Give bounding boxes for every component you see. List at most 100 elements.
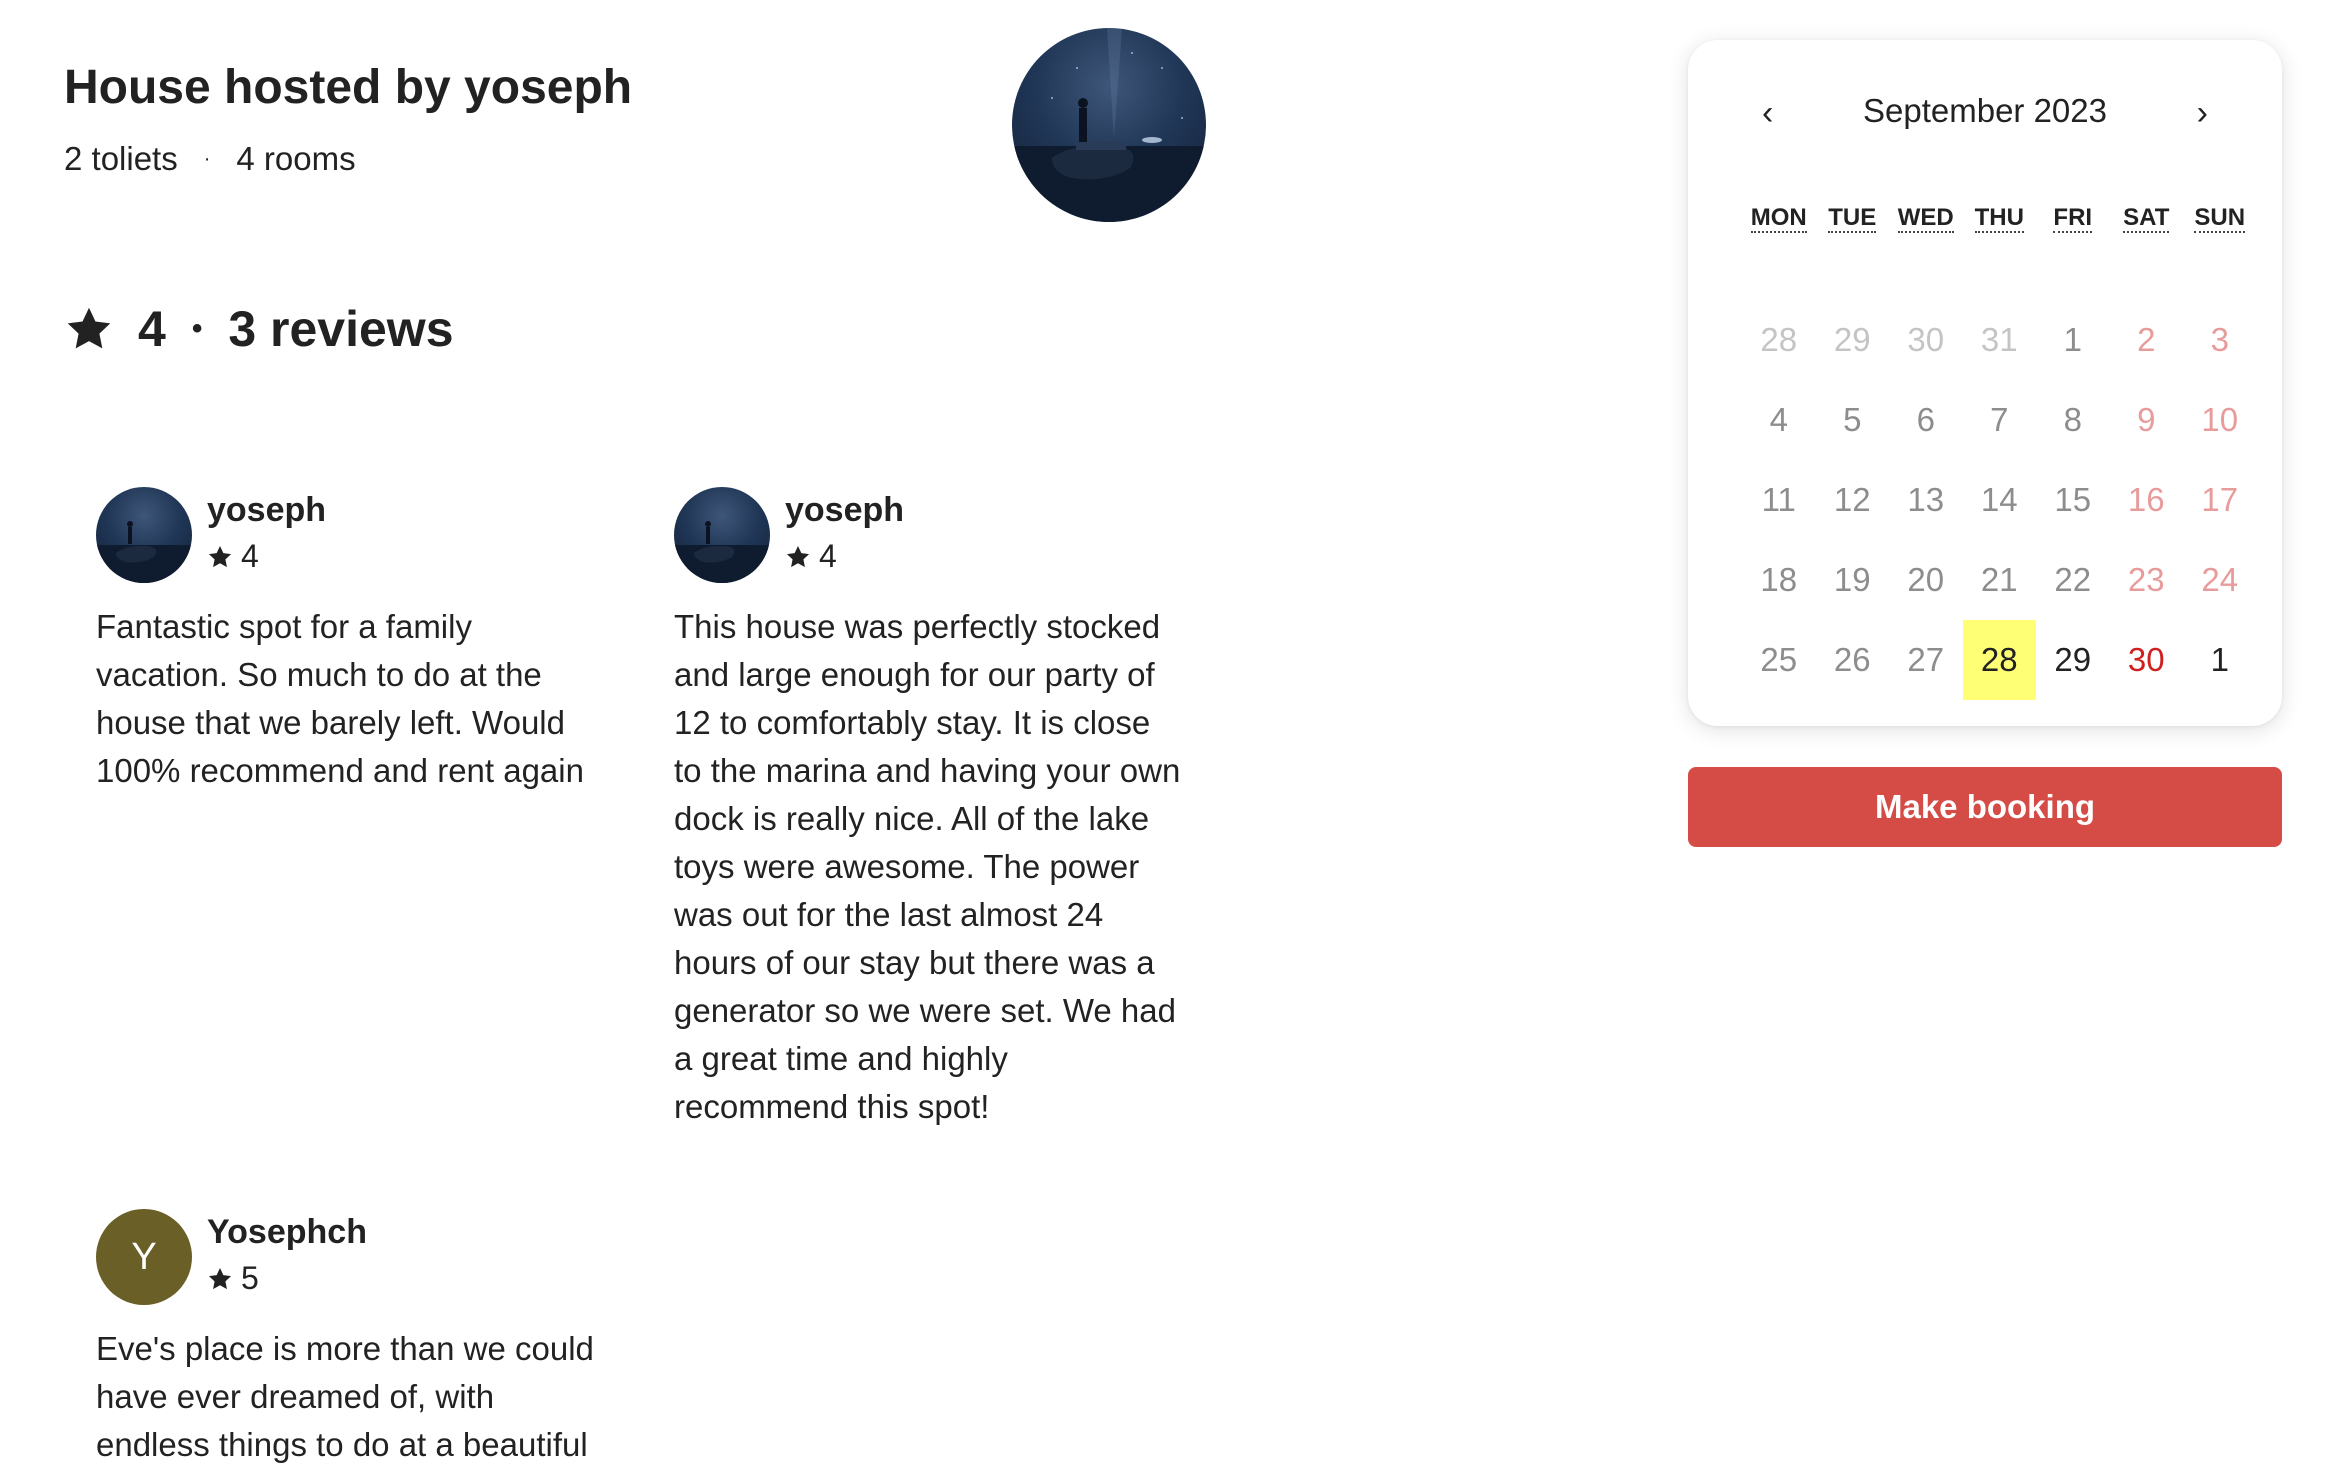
calendar-day: 11 xyxy=(1761,481,1796,518)
review-header: Y Yosephch 5 xyxy=(96,1209,616,1305)
weekday-label: SUN xyxy=(2194,204,2246,233)
calendar-day: 23 xyxy=(2127,561,2165,598)
reviews-count: 3 reviews xyxy=(228,301,454,357)
review-header: yoseph 4 xyxy=(96,487,616,583)
calendar-day-today[interactable]: 28 xyxy=(1962,620,2036,700)
calendar-week: 18 19 20 21 22 23 24 xyxy=(1742,540,2257,620)
calendar-day-available[interactable]: 30 xyxy=(2110,620,2184,700)
calendar-day: 20 xyxy=(1907,561,1945,598)
calendar-day: 27 xyxy=(1907,641,1945,678)
reviewer-avatar xyxy=(674,487,770,583)
calendar-day: 22 xyxy=(2054,561,2092,598)
calendar-day-available[interactable]: 29 xyxy=(2036,620,2110,700)
calendar-day: 14 xyxy=(1980,481,2018,518)
calendar-day: 5 xyxy=(1843,401,1862,438)
reviewer-name: Yosephch xyxy=(207,1213,367,1251)
weekday-sat: SAT xyxy=(2110,200,2184,236)
weekday-sun: SUN xyxy=(2183,200,2257,236)
reviewer-info: yoseph 4 xyxy=(785,487,904,575)
calendar-day: 15 xyxy=(2054,481,2092,518)
calendar-weekday-header: MON TUE WED THU FRI SAT SUN xyxy=(1742,200,2257,236)
weekday-tue: TUE xyxy=(1816,200,1890,236)
calendar-day: 31 xyxy=(1980,321,2018,358)
weekday-label: SAT xyxy=(2123,204,2170,233)
toilets-count: 2 toliets xyxy=(64,140,178,177)
calendar-day: 21 xyxy=(1980,561,2018,598)
rating-separator: • xyxy=(191,312,203,345)
review-card: yoseph 4 Fantastic spot for a family vac… xyxy=(96,487,616,795)
review-rating: 4 xyxy=(207,538,326,575)
review-rating-value: 5 xyxy=(241,1260,259,1296)
review-header: yoseph 4 xyxy=(674,487,1194,583)
weekday-label: MON xyxy=(1750,204,1807,233)
calendar-day: 9 xyxy=(2137,401,2156,438)
weekday-fri: FRI xyxy=(2036,200,2110,236)
calendar-day: 4 xyxy=(1769,401,1788,438)
reviewer-info: Yosephch 5 xyxy=(207,1209,367,1297)
review-rating: 5 xyxy=(207,1260,367,1297)
calendar-next-button[interactable]: › xyxy=(2197,94,2208,133)
weekday-wed: WED xyxy=(1889,200,1963,236)
reviewer-name: yoseph xyxy=(785,491,905,529)
star-icon xyxy=(208,545,232,567)
calendar-day: 30 xyxy=(1907,321,1945,358)
reviewer-avatar-image xyxy=(96,521,192,583)
weekday-label: WED xyxy=(1897,204,1954,233)
reviewer-info: yoseph 4 xyxy=(207,487,326,575)
make-booking-button[interactable]: Make booking xyxy=(1688,767,2282,847)
star-icon xyxy=(208,1267,232,1289)
calendar-day: 10 xyxy=(2201,401,2239,438)
calendar-day: 17 xyxy=(2201,481,2239,518)
calendar-day: 8 xyxy=(2063,401,2082,438)
weekday-label: THU xyxy=(1974,204,2024,233)
calendar-day: 18 xyxy=(1760,561,1798,598)
calendar-week: 25 26 27 28 29 30 1 xyxy=(1742,620,2257,700)
calendar-day: 26 xyxy=(1833,641,1871,678)
meta-separator: · xyxy=(203,148,211,170)
calendar-day: 13 xyxy=(1907,481,1945,518)
host-avatar-image xyxy=(1012,28,1206,222)
star-icon xyxy=(67,307,111,349)
weekday-thu: THU xyxy=(1963,200,2037,236)
review-text: Eve's place is more than we could have e… xyxy=(96,1330,594,1463)
calendar-day: 12 xyxy=(1833,481,1871,518)
listing-page: House hosted by yoseph 2 toliets · 4 roo… xyxy=(0,0,2344,1470)
calendar-month-title: September 2023 xyxy=(1862,92,2107,129)
calendar-day: 16 xyxy=(2127,481,2165,518)
reviewer-name: yoseph xyxy=(207,491,327,529)
host-title: House hosted by yoseph xyxy=(64,61,633,114)
reviewer-avatar: Y xyxy=(96,1209,192,1305)
review-rating: 4 xyxy=(785,538,904,575)
booking-calendar: ‹ September 2023 › MON TUE WED THU FRI S… xyxy=(1688,40,2282,726)
review-card: Y Yosephch 5 Eve's place is more than we… xyxy=(96,1209,616,1469)
review-text: Fantastic spot for a family vacation. So… xyxy=(96,608,584,789)
calendar-day-grid: 28 29 30 31 1 2 3 4 5 6 7 8 9 10 11 12 1… xyxy=(1742,300,2257,700)
rating-summary: 4 • 3 reviews xyxy=(64,300,454,358)
host-meta: 2 toliets · 4 rooms xyxy=(64,140,356,178)
review-card: yoseph 4 This house was perfectly stocke… xyxy=(674,487,1194,1131)
weekday-label: TUE xyxy=(1828,204,1877,233)
calendar-day: 28 xyxy=(1760,321,1798,358)
weekday-mon: MON xyxy=(1742,200,1816,236)
star-icon xyxy=(786,545,810,567)
review-rating-value: 4 xyxy=(819,538,837,574)
calendar-week: 28 29 30 31 1 2 3 xyxy=(1742,300,2257,380)
calendar-day: 1 xyxy=(2063,321,2082,358)
calendar-day: 2 xyxy=(2137,321,2156,358)
review-text: This house was perfectly stocked and lar… xyxy=(674,608,1181,1125)
calendar-day: 24 xyxy=(2201,561,2239,598)
rating-score: 4 xyxy=(138,301,166,357)
calendar-day: 25 xyxy=(1760,641,1798,678)
calendar-day: 3 xyxy=(2210,321,2229,358)
calendar-day: 19 xyxy=(1833,561,1871,598)
calendar-day: 29 xyxy=(1833,321,1871,358)
calendar-day-available[interactable]: 1 xyxy=(2183,620,2257,700)
weekday-label: FRI xyxy=(2053,204,2093,233)
calendar-week: 11 12 13 14 15 16 17 xyxy=(1742,460,2257,540)
rooms-count: 4 rooms xyxy=(236,140,356,177)
calendar-day: 6 xyxy=(1916,401,1935,438)
reviewer-avatar xyxy=(96,487,192,583)
host-avatar xyxy=(1012,28,1206,222)
calendar-day: 7 xyxy=(1990,401,2009,438)
reviewer-avatar-image xyxy=(674,521,770,583)
